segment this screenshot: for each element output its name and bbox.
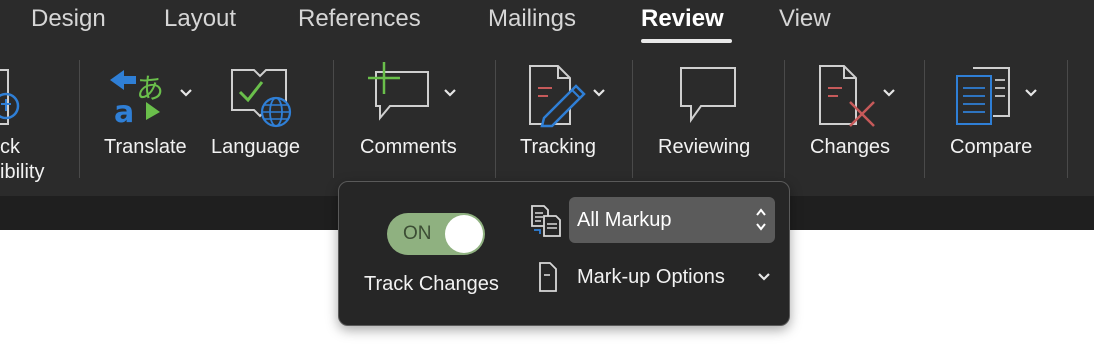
display-for-review-icon [531, 205, 561, 237]
toggle-knob [445, 215, 483, 253]
language-label: Language [211, 136, 300, 158]
group-separator [79, 60, 80, 178]
tab-layout[interactable]: Layout [164, 4, 236, 34]
language-icon [231, 69, 292, 128]
group-separator [784, 60, 785, 178]
tab-mailings[interactable]: Mailings [488, 4, 576, 34]
display-for-review-value: All Markup [577, 209, 672, 231]
chevron-down-icon [758, 273, 770, 281]
chevron-down-icon[interactable] [443, 88, 457, 98]
tab-view[interactable]: View [779, 4, 831, 34]
translate-icon: a あ [110, 70, 164, 126]
chevron-down-icon[interactable] [179, 88, 193, 98]
check-accessibility-label-line1: ck [0, 136, 20, 158]
group-separator [495, 60, 496, 178]
document-reject-icon [819, 65, 875, 127]
chevron-down-icon[interactable] [592, 88, 606, 98]
group-separator [1067, 60, 1068, 178]
group-separator [924, 60, 925, 178]
svg-text:あ: あ [136, 72, 164, 105]
track-changes-label: Track Changes [364, 273, 499, 295]
display-for-review-select[interactable]: All Markup [569, 197, 775, 243]
document-pencil-icon [529, 65, 586, 128]
chevron-down-icon[interactable] [882, 88, 896, 98]
comments-label: Comments [360, 136, 457, 158]
comment-add-icon [368, 62, 429, 121]
markup-options-label: Mark-up Options [577, 266, 725, 288]
track-changes-toggle[interactable]: ON [387, 213, 485, 255]
ribbon: Design Layout References Mailings Review… [0, 0, 1094, 196]
reviewing-label: Reviewing [658, 136, 751, 158]
svg-text:a: a [114, 95, 134, 126]
up-down-chevron-icon [756, 208, 766, 231]
accessibility-icon [0, 69, 20, 125]
tracking-popover: ON Track Changes All Markup Mark-up Opti… [338, 181, 790, 326]
tab-design[interactable]: Design [31, 4, 106, 34]
translate-label: Translate [104, 136, 187, 158]
check-accessibility-label-line2: ibility [0, 161, 45, 183]
compare-documents-icon [956, 67, 1010, 125]
tracking-label: Tracking [520, 136, 596, 158]
active-tab-indicator [641, 39, 732, 43]
toggle-state-text: ON [403, 223, 432, 244]
group-separator [632, 60, 633, 178]
tab-review[interactable]: Review [641, 4, 724, 34]
speech-bubble-icon [680, 67, 736, 124]
changes-label: Changes [810, 136, 891, 158]
tab-references[interactable]: References [298, 4, 421, 34]
group-separator [333, 60, 334, 178]
compare-label: Compare [950, 136, 1033, 158]
chevron-down-icon[interactable] [1024, 88, 1038, 98]
markup-options-icon [539, 262, 557, 292]
